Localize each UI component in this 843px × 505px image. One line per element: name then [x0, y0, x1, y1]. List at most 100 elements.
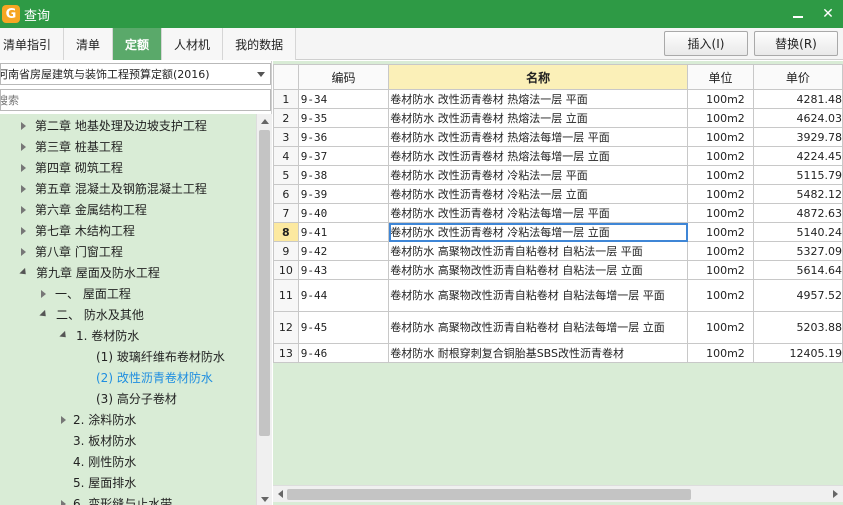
cell-code[interactable]: 9-35 [297, 108, 390, 128]
cell-name[interactable]: 卷材防水 改性沥青卷材 热熔法一层 平面 [388, 89, 689, 109]
expand-icon[interactable] [21, 121, 26, 130]
cell-code[interactable]: 9-42 [297, 241, 390, 261]
table-row[interactable]: 4 9-37 卷材防水 改性沥青卷材 热熔法每增一层 立面 100m2 4224.45 [273, 146, 843, 166]
replace-button[interactable]: 替换(R) [754, 31, 838, 56]
cell-unit[interactable]: 100m2 [687, 165, 754, 185]
tree-item[interactable]: 3. 板材防水 [73, 430, 136, 451]
tree-item[interactable]: 第七章 木结构工程 [21, 220, 135, 241]
cell-name[interactable]: 卷材防水 耐根穿刺复合铜胎基SBS改性沥青卷材 [388, 343, 689, 363]
scroll-down-icon[interactable] [261, 497, 269, 502]
cell-price[interactable]: 3929.78 [752, 127, 843, 147]
expand-icon[interactable] [21, 142, 26, 151]
tree-item[interactable]: 第八章 门窗工程 [21, 241, 123, 262]
cell-price[interactable]: 4872.63 [752, 203, 843, 223]
expand-icon[interactable] [21, 205, 26, 214]
cell-code[interactable]: 9-44 [297, 279, 390, 312]
tree-item[interactable]: 第二章 地基处理及边坡支护工程 [21, 115, 207, 136]
tree-item[interactable]: (1) 玻璃纤维布卷材防水 [96, 346, 225, 367]
tree-item-selected[interactable]: (2) 改性沥青卷材防水 [96, 367, 213, 388]
cell-price[interactable]: 5327.09 [752, 241, 843, 261]
cell-code[interactable]: 9-39 [297, 184, 390, 204]
cell-name[interactable]: 卷材防水 改性沥青卷材 冷粘法一层 立面 [388, 184, 689, 204]
scroll-thumb[interactable] [259, 130, 270, 436]
tree-item[interactable]: 第五章 混凝土及钢筋混凝土工程 [21, 178, 207, 199]
cell-code[interactable]: 9-43 [297, 260, 390, 280]
tree-item[interactable]: 6. 变形缝与止水带 [61, 493, 172, 505]
tree-item[interactable]: 4. 刚性防水 [73, 451, 136, 472]
tree-vertical-scrollbar[interactable] [256, 114, 272, 505]
cell-name[interactable]: 卷材防水 高聚物改性沥青自粘卷材 自粘法每增一层 平面 [388, 279, 689, 312]
table-row-selected[interactable]: 8 9-41 卷材防水 改性沥青卷材 冷粘法每增一层 立面 100m2 5140.24 [273, 222, 843, 242]
minimize-button[interactable] [783, 0, 813, 28]
cell-price[interactable]: 4624.03 [752, 108, 843, 128]
cell-unit[interactable]: 100m2 [687, 260, 754, 280]
column-header-code[interactable]: 编码 [297, 64, 390, 90]
cell-name[interactable]: 卷材防水 改性沥青卷材 冷粘法每增一层 平面 [388, 203, 689, 223]
tab-bill-guide[interactable]: 清单指引 [0, 28, 65, 60]
cell-price[interactable]: 12405.19 [752, 343, 843, 363]
table-row[interactable]: 1 9-34 卷材防水 改性沥青卷材 热熔法一层 平面 100m2 4281.48 [273, 89, 843, 109]
insert-button[interactable]: 插入(I) [664, 31, 748, 56]
cell-price[interactable]: 4224.45 [752, 146, 843, 166]
cell-name[interactable]: 卷材防水 改性沥青卷材 热熔法每增一层 立面 [388, 146, 689, 166]
cell-price[interactable]: 5482.12 [752, 184, 843, 204]
cell-code[interactable]: 9-46 [297, 343, 390, 363]
cell-unit[interactable]: 100m2 [687, 127, 754, 147]
tab-quota[interactable]: 定额 [113, 28, 163, 60]
column-header-price[interactable]: 单价 [752, 64, 843, 90]
table-row[interactable]: 6 9-39 卷材防水 改性沥青卷材 冷粘法一层 立面 100m2 5482.12 [273, 184, 843, 204]
close-button[interactable]: ✕ [813, 0, 843, 28]
column-header-name[interactable]: 名称 [388, 64, 689, 90]
tree-item[interactable]: 二、 防水及其他 [39, 304, 144, 325]
cell-name[interactable]: 卷材防水 改性沥青卷材 热熔法一层 立面 [388, 108, 689, 128]
tab-labor-material-machine[interactable]: 人材机 [162, 28, 224, 60]
cell-code[interactable]: 9-38 [297, 165, 390, 185]
cell-unit[interactable]: 100m2 [687, 343, 754, 363]
cell-price[interactable]: 5614.64 [752, 260, 843, 280]
cell-code[interactable]: 9-34 [297, 89, 390, 109]
cell-code[interactable]: 9-45 [297, 311, 390, 344]
table-row[interactable]: 5 9-38 卷材防水 改性沥青卷材 冷粘法一层 平面 100m2 5115.79 [273, 165, 843, 185]
tree-item[interactable]: 第九章 屋面及防水工程 [19, 262, 160, 283]
cell-name[interactable]: 卷材防水 高聚物改性沥青自粘卷材 自粘法一层 平面 [388, 241, 689, 261]
cell-price[interactable]: 5203.88 [752, 311, 843, 344]
cell-unit[interactable]: 100m2 [687, 222, 754, 242]
tree-item[interactable]: 一、 屋面工程 [41, 283, 131, 304]
search-input[interactable] [1, 93, 266, 107]
grid-horizontal-scrollbar[interactable] [273, 485, 843, 502]
cell-price[interactable]: 5140.24 [752, 222, 843, 242]
cell-code[interactable]: 9-37 [297, 146, 390, 166]
cell-name-focused[interactable]: 卷材防水 改性沥青卷材 冷粘法每增一层 立面 [388, 222, 689, 242]
tree-item[interactable]: 第六章 金属结构工程 [21, 199, 147, 220]
expand-icon[interactable] [21, 163, 26, 172]
cell-unit[interactable]: 100m2 [687, 311, 754, 344]
expand-icon[interactable] [21, 184, 26, 193]
scroll-up-icon[interactable] [261, 119, 269, 124]
cell-code[interactable]: 9-40 [297, 203, 390, 223]
cell-name[interactable]: 卷材防水 高聚物改性沥青自粘卷材 自粘法一层 立面 [388, 260, 689, 280]
table-row[interactable]: 10 9-43 卷材防水 高聚物改性沥青自粘卷材 自粘法一层 立面 100m2 5614… [273, 260, 843, 280]
cell-unit[interactable]: 100m2 [687, 146, 754, 166]
table-row[interactable]: 7 9-40 卷材防水 改性沥青卷材 冷粘法每增一层 平面 100m2 4872.63 [273, 203, 843, 223]
cell-name[interactable]: 卷材防水 改性沥青卷材 热熔法每增一层 平面 [388, 127, 689, 147]
table-row[interactable]: 2 9-35 卷材防水 改性沥青卷材 热熔法一层 立面 100m2 4624.03 [273, 108, 843, 128]
cell-unit[interactable]: 100m2 [687, 241, 754, 261]
cell-unit[interactable]: 100m2 [687, 279, 754, 312]
cell-code[interactable]: 9-36 [297, 127, 390, 147]
cell-unit[interactable]: 100m2 [687, 89, 754, 109]
table-row[interactable]: 9 9-42 卷材防水 高聚物改性沥青自粘卷材 自粘法一层 平面 100m2 5327.… [273, 241, 843, 261]
column-header-unit[interactable]: 单位 [687, 64, 754, 90]
scroll-left-icon[interactable] [278, 490, 283, 498]
cell-name[interactable]: 卷材防水 改性沥青卷材 冷粘法一层 平面 [388, 165, 689, 185]
cell-unit[interactable]: 100m2 [687, 184, 754, 204]
tree-item[interactable]: (3) 高分子卷材 [96, 388, 177, 409]
collapse-icon[interactable] [39, 309, 49, 320]
quota-library-select[interactable]: 河南省房屋建筑与装饰工程预算定额(2016) [0, 63, 271, 85]
cell-name[interactable]: 卷材防水 高聚物改性沥青自粘卷材 自粘法每增一层 立面 [388, 311, 689, 344]
tree-item[interactable]: 1. 卷材防水 [59, 325, 139, 346]
table-row[interactable]: 3 9-36 卷材防水 改性沥青卷材 热熔法每增一层 平面 100m2 3929.78 [273, 127, 843, 147]
tree-item[interactable]: 5. 屋面排水 [73, 472, 136, 493]
cell-price[interactable]: 4957.52 [752, 279, 843, 312]
cell-price[interactable]: 4281.48 [752, 89, 843, 109]
table-row[interactable]: 11 9-44 卷材防水 高聚物改性沥青自粘卷材 自粘法每增一层 平面 100m2 49… [273, 279, 843, 312]
